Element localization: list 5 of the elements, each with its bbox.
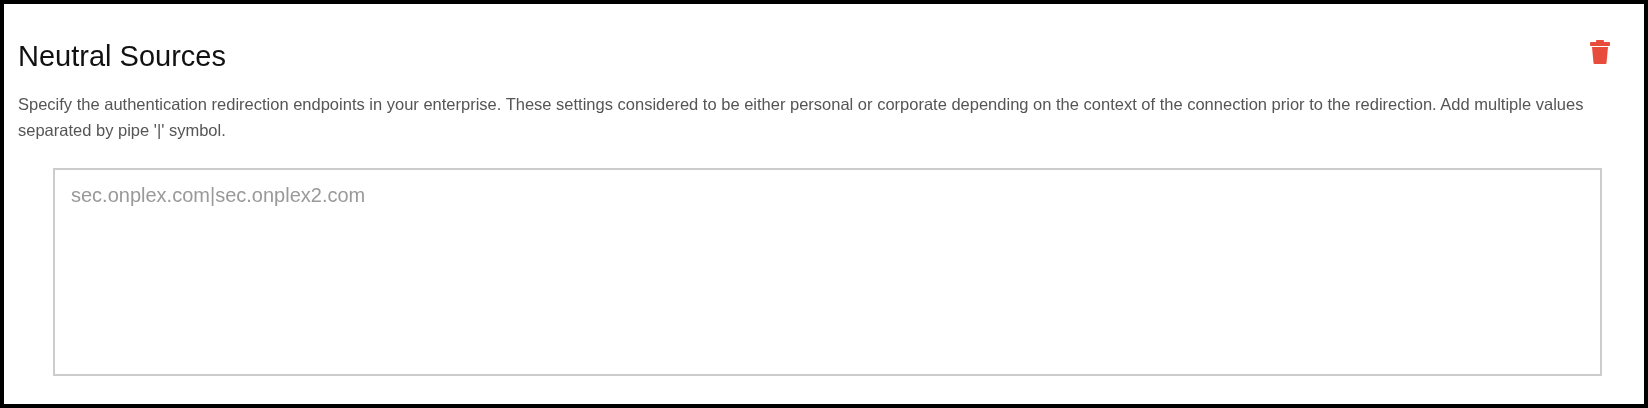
section-title: Neutral Sources (18, 40, 226, 73)
description: Specify the authentication redirection endpoints in your enterprise. These settings considered to be either personal or corporate depending on the context of the connection prior to the redirection. Add multiple values separated by pipe '|' symbol. (18, 94, 1585, 141)
trash-icon (1590, 40, 1610, 64)
text-area-field[interactable]: sec.onplex.com|sec.onplex2.com (53, 168, 1602, 376)
delete-button[interactable] (1590, 40, 1610, 64)
